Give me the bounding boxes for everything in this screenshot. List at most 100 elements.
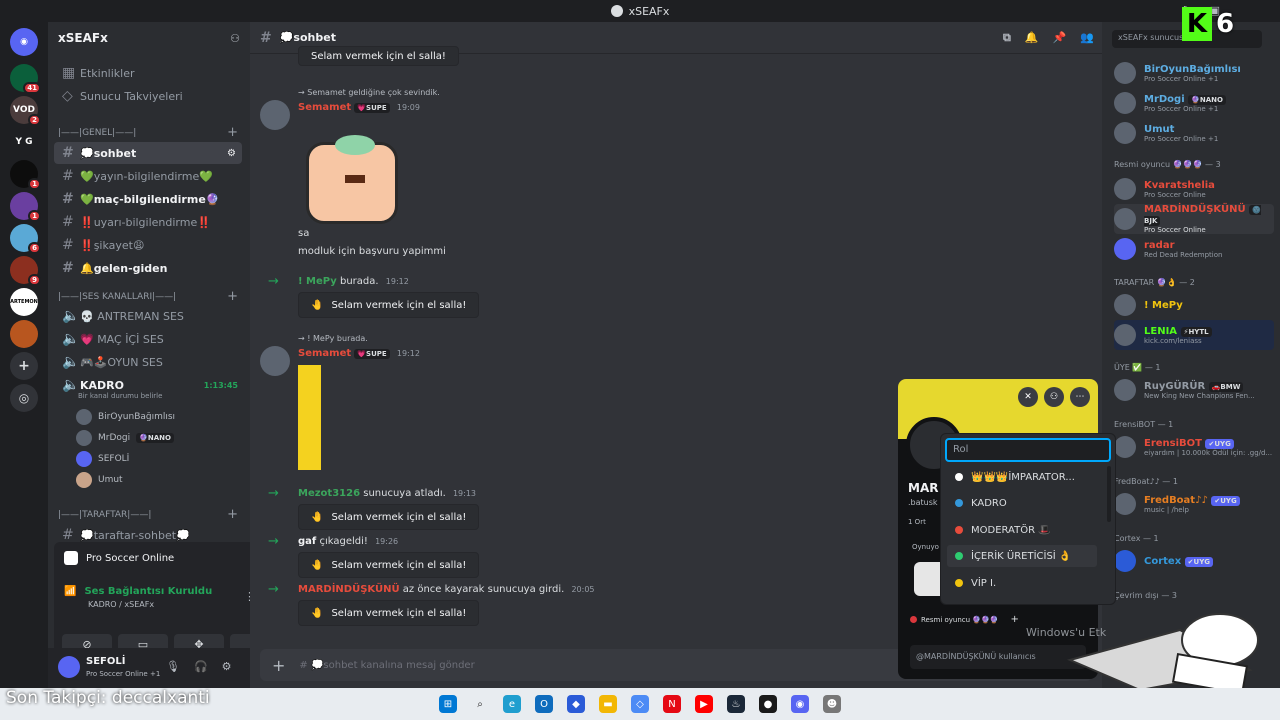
- channel-mac[interactable]: # 💚maç-bilgilendirme🔮: [54, 188, 242, 210]
- member-item[interactable]: BirOyunBağımlısı Pro Soccer Online +1: [1114, 58, 1274, 88]
- outlook-icon[interactable]: O: [535, 695, 553, 713]
- voice-channel-oyun[interactable]: 🔈 🎮🕹️OYUN SES: [54, 351, 242, 373]
- category-general[interactable]: |——|GENEL|——|: [58, 128, 136, 138]
- invite-icon[interactable]: ⚇: [230, 32, 240, 45]
- category-voice[interactable]: |——|SES KANALLARI|——|: [58, 292, 176, 302]
- member-item[interactable]: Cortex ✔UYG: [1114, 546, 1274, 576]
- member-item[interactable]: LENIA ⚡HYTL kick.com/leniass: [1114, 320, 1274, 350]
- server-icon[interactable]: ARTEMON: [10, 288, 38, 316]
- avatar[interactable]: [260, 346, 290, 376]
- add-channel-icon[interactable]: +: [227, 507, 238, 522]
- member-item[interactable]: Umut Pro Soccer Online +1: [1114, 118, 1274, 148]
- add-server-icon[interactable]: +: [10, 352, 38, 380]
- server-icon[interactable]: 41: [10, 64, 41, 94]
- username[interactable]: SEFOLİ: [86, 656, 125, 667]
- boosts-item[interactable]: ◇ Sunucu Takviyeleri: [54, 85, 242, 107]
- headphones-icon[interactable]: 🎧: [194, 660, 208, 673]
- channel-yayin[interactable]: # 💚yayın-bilgilendirme💚: [54, 165, 242, 187]
- role-option[interactable]: İÇERİK ÜRETİCİSİ 👌: [947, 545, 1097, 567]
- channel-sohbet[interactable]: # 💭sohbet ⚙: [54, 142, 242, 164]
- channel-sikayet[interactable]: # ‼️şikayet😩: [54, 234, 242, 256]
- voice-user[interactable]: SEFOLİ: [76, 449, 129, 469]
- wave-button[interactable]: 🤚 Selam vermek için el salla!: [298, 552, 480, 578]
- member-item[interactable]: RuyGÜRÜR 🚗BMW New King New Chanpions Fen.…: [1114, 375, 1274, 405]
- voice-user[interactable]: BirOyunBağımlısı: [76, 407, 175, 427]
- username[interactable]: Semamet: [298, 102, 351, 113]
- add-friend-icon[interactable]: ⚇: [1044, 387, 1064, 407]
- channel-uyari[interactable]: # ‼️uyarı-bilgilendirme‼️: [54, 211, 242, 233]
- activity-row[interactable]: Pro Soccer Online: [64, 551, 174, 565]
- server-icon[interactable]: VOD 2: [10, 96, 41, 126]
- member-item[interactable]: radar Red Dead Redemption: [1114, 234, 1274, 264]
- server-icon[interactable]: 6: [10, 224, 41, 254]
- wave-button[interactable]: 🤚 Selam vermek için el salla!: [298, 292, 480, 318]
- close-icon[interactable]: ✕: [1018, 387, 1038, 407]
- events-item[interactable]: ▦ Etkinlikler: [54, 62, 242, 84]
- wave-button[interactable]: 🤚 Selam vermek için el salla!: [298, 600, 480, 626]
- add-role-icon[interactable]: +: [1010, 614, 1018, 625]
- role-option[interactable]: 👑👑👑İMPARATOR...: [947, 466, 1097, 488]
- role-option[interactable]: KADRO: [947, 492, 1097, 514]
- member-item[interactable]: MARDİNDÜŞKÜNÜ 🌚BJK Pro Soccer Online: [1114, 204, 1274, 234]
- username[interactable]: MARDİNDÜŞKÜNÜ: [298, 584, 400, 595]
- scrollbar[interactable]: [1107, 466, 1111, 522]
- server-icon[interactable]: [10, 320, 38, 348]
- server-icon[interactable]: 1: [10, 160, 41, 190]
- mic-icon[interactable]: 🎙: [166, 660, 180, 673]
- server-icon[interactable]: Y G: [10, 128, 38, 156]
- app-icon[interactable]: ◆: [567, 695, 585, 713]
- discover-icon[interactable]: ◎: [10, 384, 38, 412]
- threads-icon[interactable]: ⧉: [1003, 31, 1011, 45]
- username[interactable]: Semamet: [298, 348, 351, 359]
- pin-icon[interactable]: 📌: [1053, 31, 1067, 45]
- image-attachment[interactable]: [298, 365, 321, 470]
- edge-icon[interactable]: e: [503, 695, 521, 713]
- youtube-icon[interactable]: ▶: [695, 695, 713, 713]
- settings-icon[interactable]: ⚙: [227, 148, 236, 159]
- home-button[interactable]: ◉: [10, 28, 38, 56]
- username[interactable]: ! MePy: [298, 276, 337, 287]
- sticker-image[interactable]: [306, 135, 398, 224]
- steam-icon[interactable]: ♨: [727, 695, 745, 713]
- add-attachment-icon[interactable]: +: [272, 656, 285, 675]
- member-item[interactable]: Kvaratshelia Pro Soccer Online: [1114, 174, 1274, 204]
- voice-channel-mac[interactable]: 🔈 💗 MAÇ İÇİ SES: [54, 328, 242, 350]
- voice-user[interactable]: Umut: [76, 470, 123, 490]
- message-input[interactable]: # 💭sohbet kanalına mesaj gönder: [299, 660, 474, 671]
- member-item[interactable]: FredBoat♪♪ ✔UYG music | /help: [1114, 489, 1274, 519]
- wave-button[interactable]: 🤚 Selam vermek için el salla!: [298, 504, 480, 530]
- add-channel-icon[interactable]: +: [227, 125, 238, 140]
- voice-channel-antreman[interactable]: 🔈 💀 ANTREMAN SES: [54, 305, 242, 327]
- app-icon[interactable]: ☻: [823, 695, 841, 713]
- avatar[interactable]: [260, 100, 290, 130]
- discord-icon[interactable]: ◉: [791, 695, 809, 713]
- start-icon[interactable]: ⊞: [439, 695, 457, 713]
- member-item[interactable]: MrDogi 🔮NANO Pro Soccer Online +1: [1114, 88, 1274, 118]
- folder-icon[interactable]: ▬: [599, 695, 617, 713]
- store-icon[interactable]: ◇: [631, 695, 649, 713]
- channel-gelen-giden[interactable]: # 🔔gelen-giden: [54, 257, 242, 279]
- wave-button[interactable]: Selam vermek için el salla!: [298, 46, 459, 66]
- add-channel-icon[interactable]: +: [227, 289, 238, 304]
- avatar[interactable]: [58, 656, 80, 678]
- username[interactable]: gaf: [298, 536, 316, 547]
- more-icon[interactable]: ⋯: [1070, 387, 1090, 407]
- role-option[interactable]: VİP I.: [947, 572, 1097, 594]
- server-icon[interactable]: 1: [10, 192, 41, 222]
- reply-preview[interactable]: → Semamet geldiğine çok sevindik.: [298, 88, 440, 97]
- member-item[interactable]: ErensiBOT ✔UYG eiyardım | 10.000k Ödül iç…: [1114, 432, 1274, 462]
- category-taraftar[interactable]: |——|TARAFTAR|——|: [58, 510, 151, 520]
- search-icon[interactable]: ⌕: [471, 695, 489, 713]
- settings-icon[interactable]: ⚙: [222, 660, 232, 673]
- reply-preview[interactable]: → ! MePy burada.: [298, 334, 368, 343]
- username[interactable]: Mezot3126: [298, 488, 360, 499]
- mutual-info[interactable]: 1 Ort: [908, 518, 926, 526]
- channel-status[interactable]: Bir kanal durumu belirle: [78, 392, 162, 400]
- app-icon[interactable]: ●: [759, 695, 777, 713]
- netflix-icon[interactable]: N: [663, 695, 681, 713]
- members-icon[interactable]: 👥: [1080, 31, 1094, 45]
- server-icon[interactable]: 9: [10, 256, 41, 286]
- role-option[interactable]: MODERATÖR 🎩: [947, 519, 1097, 541]
- role-chip[interactable]: Resmi oyuncu 🔮🔮🔮 +: [910, 614, 1019, 625]
- connection-location[interactable]: KADRO / xSEAFx: [88, 600, 154, 609]
